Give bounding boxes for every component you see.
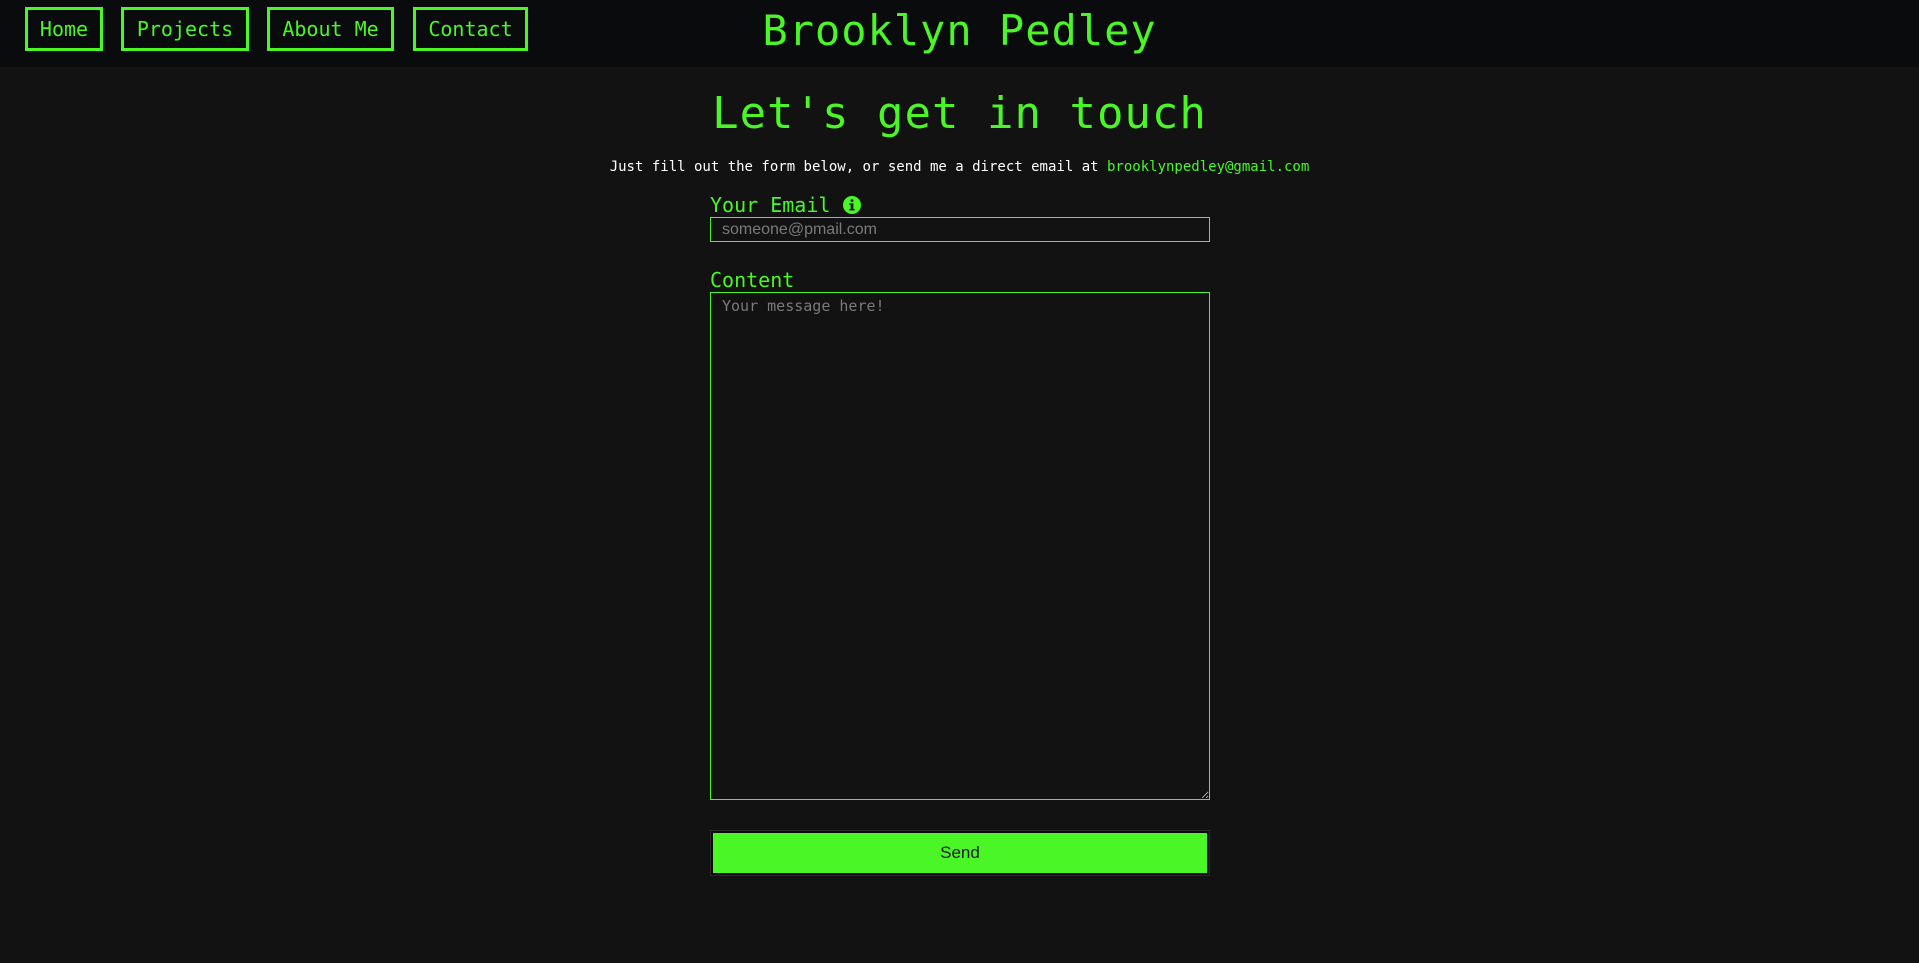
email-label: Your Email	[710, 193, 831, 217]
content-label: Content	[710, 268, 795, 292]
info-icon[interactable]	[843, 196, 861, 214]
navbar: Home Projects About Me Contact Brooklyn …	[0, 0, 1919, 67]
content-field[interactable]	[710, 292, 1210, 800]
email-link[interactable]: brooklynpedley@gmail.com	[1107, 159, 1309, 175]
subtitle-text: Just fill out the form below, or send me…	[609, 159, 1099, 175]
page-subtitle: Just fill out the form below, or send me…	[0, 157, 1919, 177]
page-heading: Let's get in touch	[712, 88, 1207, 139]
site-title: Brooklyn Pedley	[762, 6, 1157, 55]
email-field[interactable]	[710, 217, 1210, 242]
send-button[interactable]: Send	[711, 831, 1209, 875]
